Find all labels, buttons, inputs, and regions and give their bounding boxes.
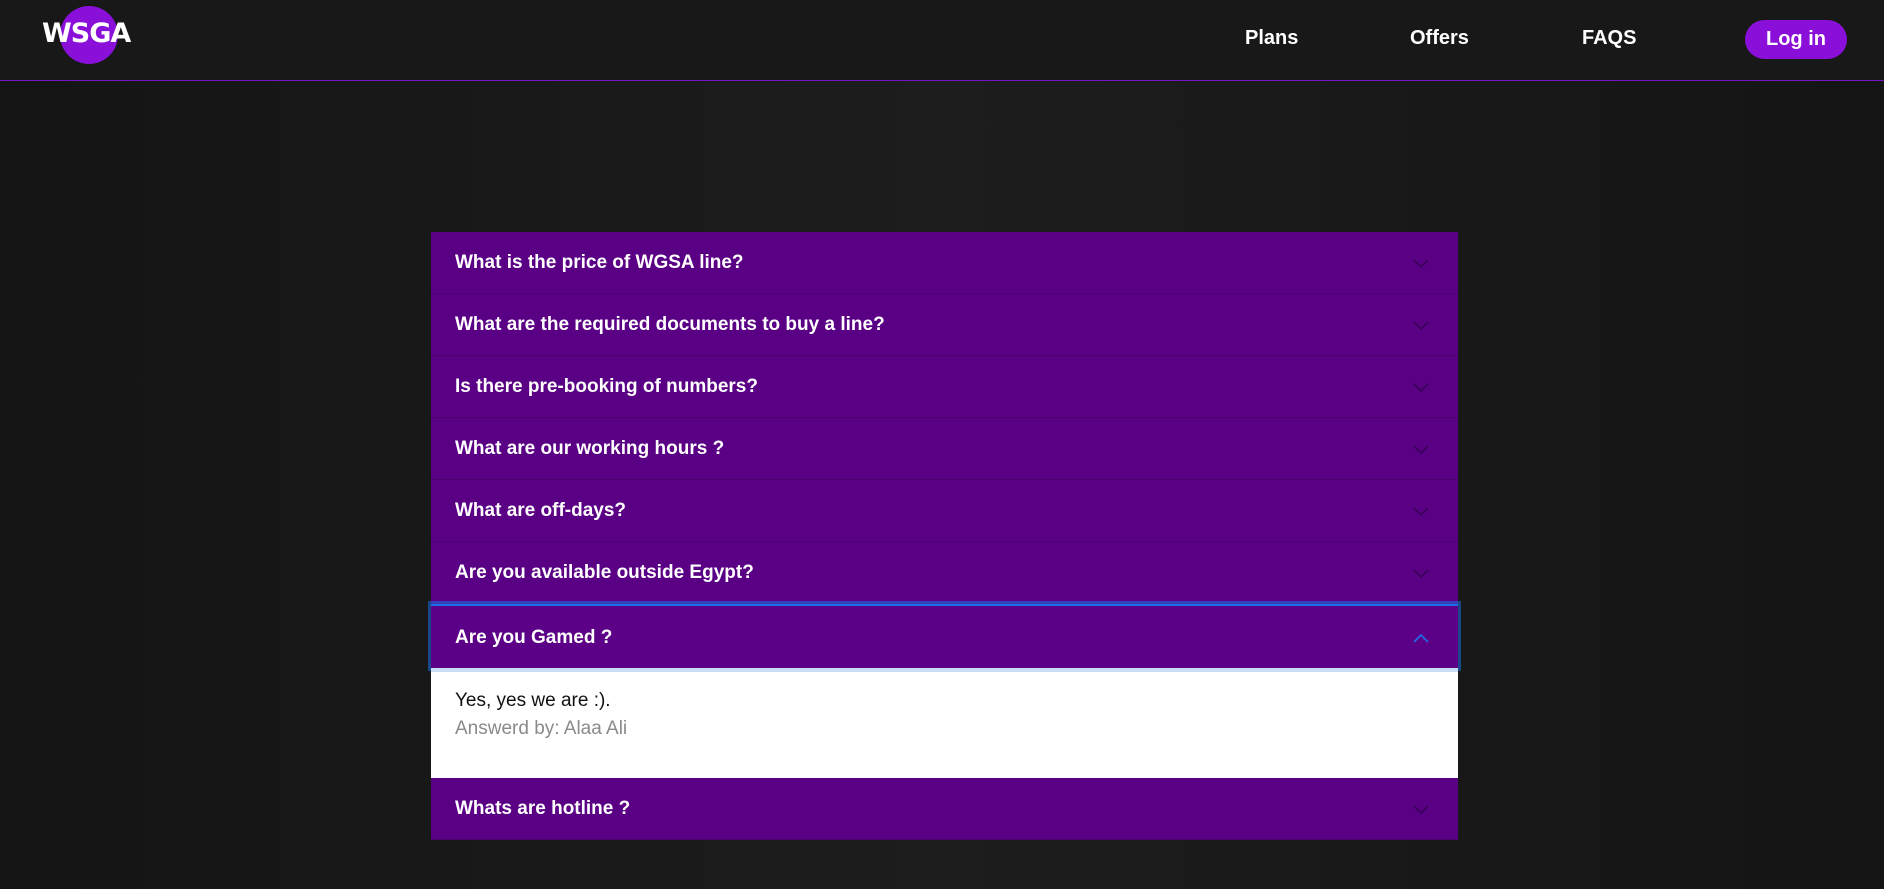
- nav-link-faqs[interactable]: FAQS: [1582, 28, 1636, 48]
- nav-link-offers[interactable]: Offers: [1410, 28, 1469, 48]
- faq-question-text: What is the price of WGSA line?: [455, 252, 744, 273]
- faq-item: What is the price of WGSA line?: [431, 232, 1458, 294]
- faq-question-button[interactable]: What are the required documents to buy a…: [431, 294, 1458, 356]
- faq-answer-text: Yes, yes we are :).: [455, 690, 611, 711]
- faq-question-text: What are off-days?: [455, 500, 627, 521]
- chevron-down-icon: [1413, 805, 1429, 815]
- faq-question-button[interactable]: Are you available outside Egypt?: [431, 542, 1458, 604]
- chevron-down-icon: [1413, 445, 1429, 455]
- chevron-up-icon: [1413, 633, 1429, 643]
- faq-question-button[interactable]: Whats are hotline ?: [431, 778, 1458, 840]
- faq-answer-panel: Yes, yes we are :). Answerd by: Alaa Ali: [431, 668, 1458, 778]
- faq-question-button[interactable]: What are our working hours ?: [431, 418, 1458, 480]
- chevron-down-icon: [1413, 321, 1429, 331]
- faq-item-expanded: Are you Gamed ? Yes, yes we are :). Answ…: [431, 604, 1458, 778]
- faq-question-text: Are you Gamed ?: [455, 627, 613, 648]
- faq-item: What are off-days?: [431, 480, 1458, 542]
- faq-item: What are the required documents to buy a…: [431, 294, 1458, 356]
- faq-question-text: What are our working hours ?: [455, 438, 725, 459]
- faq-item: Is there pre-booking of numbers?: [431, 356, 1458, 418]
- chevron-down-icon: [1413, 507, 1429, 517]
- faq-question-button[interactable]: Is there pre-booking of numbers?: [431, 356, 1458, 418]
- faq-item: Whats are hotline ?: [431, 778, 1458, 840]
- faq-question-text: Is there pre-booking of numbers?: [455, 376, 758, 397]
- faq-question-text: Whats are hotline ?: [455, 798, 631, 819]
- faq-question-text: What are the required documents to buy a…: [455, 314, 885, 335]
- faq-question-button[interactable]: What are off-days?: [431, 480, 1458, 542]
- brand-logo[interactable]: WSGA: [42, 6, 142, 64]
- nav-link-plans[interactable]: Plans: [1245, 28, 1298, 48]
- faq-question-button[interactable]: Are you Gamed ?: [431, 604, 1458, 668]
- navbar: WSGA Plans Offers FAQS Log in: [0, 0, 1884, 81]
- chevron-down-icon: [1413, 383, 1429, 393]
- faq-question-text: Are you available outside Egypt?: [455, 562, 754, 583]
- faq-accordion: What is the price of WGSA line? What are…: [431, 232, 1458, 840]
- faq-question-button[interactable]: What is the price of WGSA line?: [431, 232, 1458, 294]
- logo-text: WSGA: [42, 18, 131, 49]
- chevron-down-icon: [1413, 569, 1429, 579]
- chevron-down-icon: [1413, 259, 1429, 269]
- login-button[interactable]: Log in: [1745, 20, 1847, 59]
- faq-item: Are you available outside Egypt?: [431, 542, 1458, 604]
- faq-item: What are our working hours ?: [431, 418, 1458, 480]
- faq-answered-by: Answerd by: Alaa Ali: [455, 718, 628, 739]
